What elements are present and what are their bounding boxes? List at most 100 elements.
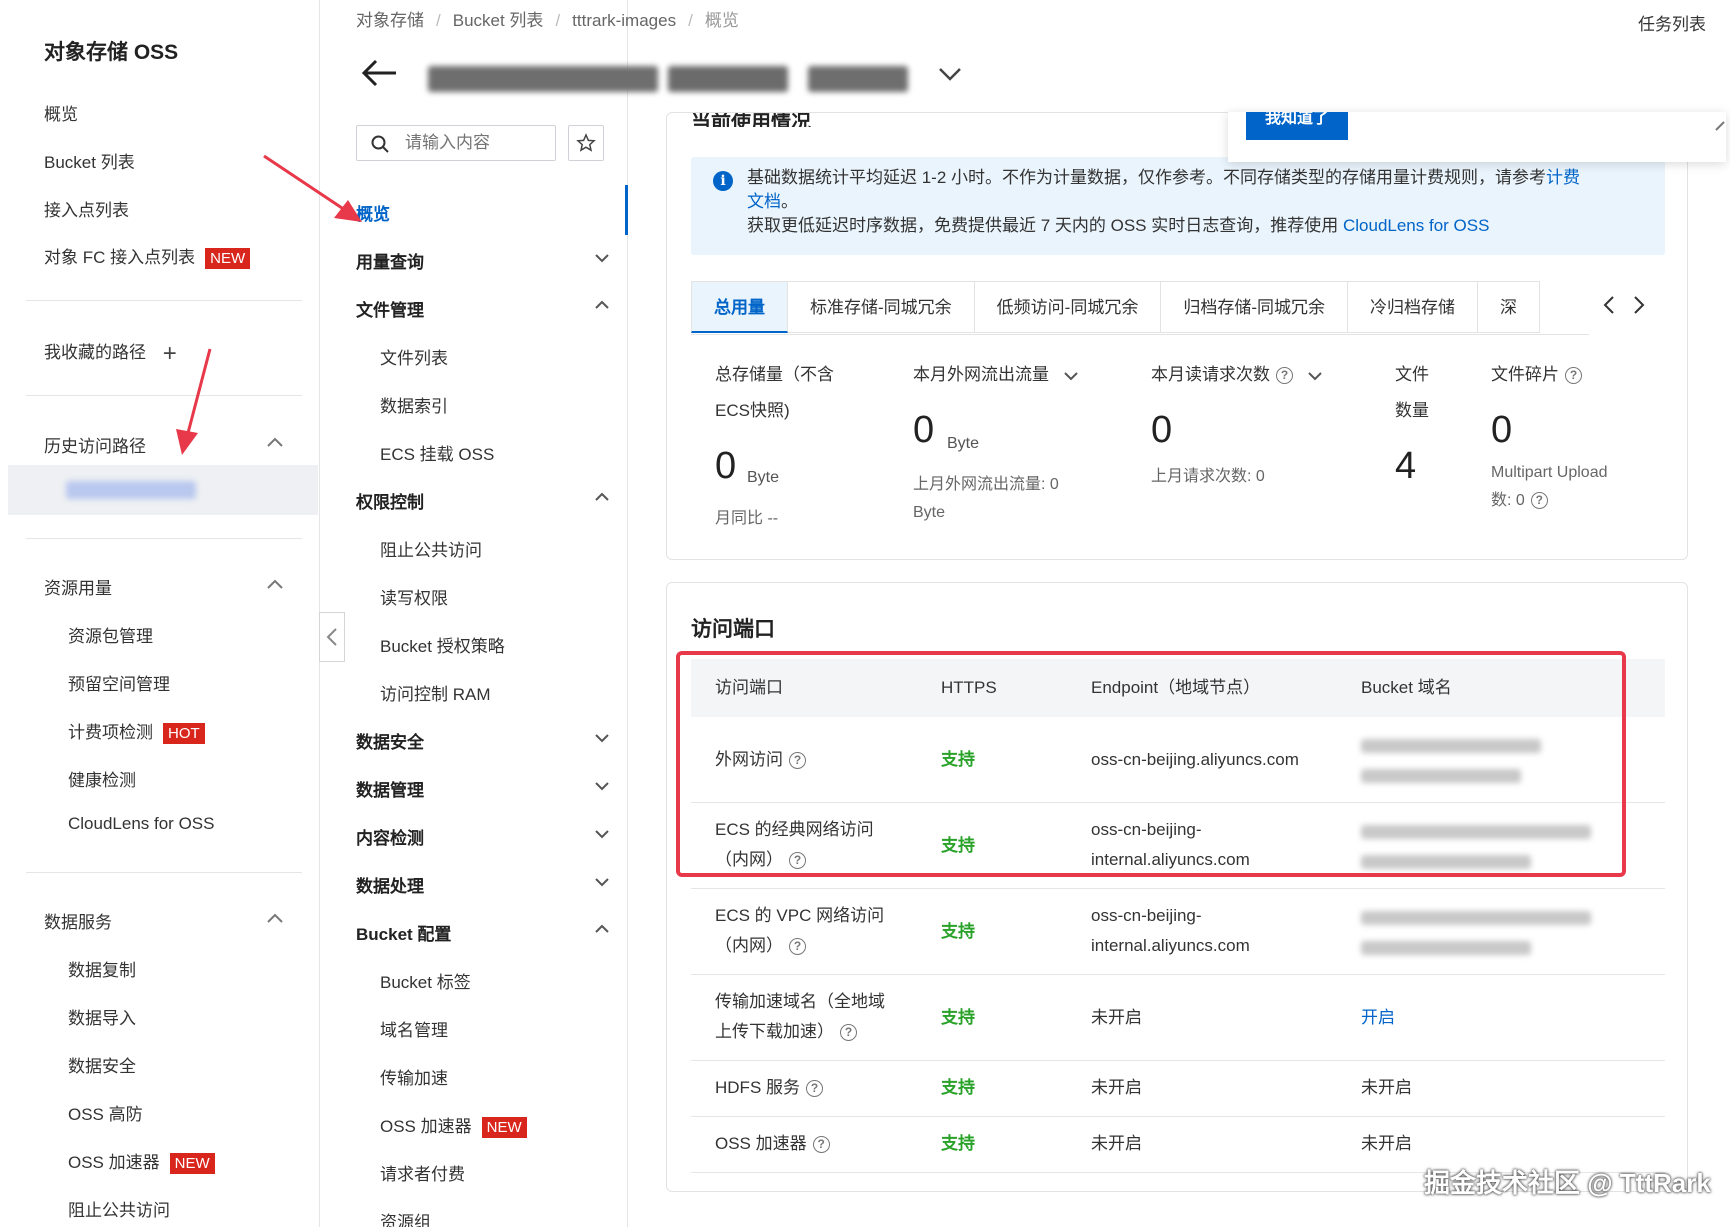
help-icon[interactable]: ? [806,1080,823,1098]
metric-storage-unit: Byte [747,469,780,486]
menu-item-resource-group[interactable]: 资源组 [380,1208,431,1227]
chevron-down-icon[interactable] [938,66,962,82]
endpoint-name-line: （内网） [715,936,783,955]
metric-requests-label[interactable]: 本月读请求次数? [1151,357,1323,393]
menu-item-data-mgmt[interactable]: 数据管理 [356,776,424,801]
search-icon [371,135,389,153]
divider [26,538,302,539]
sidebar-item-block-public-access[interactable]: 阻止公共访问 [68,1196,170,1221]
menu-item-data-process[interactable]: 数据处理 [356,872,424,897]
chevron-down-icon[interactable] [594,781,609,795]
sidebar-history[interactable]: 历史访问路径 [44,432,146,457]
help-icon[interactable]: ? [1276,367,1293,385]
sidebar-resource-usage[interactable]: 资源用量 [44,574,112,599]
menu-search[interactable] [356,125,556,161]
tab-ia[interactable]: 低频访问-同城冗余 [974,281,1162,333]
search-input[interactable] [405,126,550,160]
menu-item-file-list[interactable]: 文件列表 [380,344,448,369]
chevron-left-icon[interactable] [1599,293,1619,317]
history-item-selected[interactable] [8,465,318,515]
menu-item-ram[interactable]: 访问控制 RAM [380,680,491,705]
sidebar-item-resource-package[interactable]: 资源包管理 [68,622,153,647]
sidebar-item-oss-ddos[interactable]: OSS 高防 [68,1100,143,1125]
sidebar-item-data-replication[interactable]: 数据复制 [68,956,136,981]
sidebar-favorites[interactable]: 我收藏的路径 + [44,338,177,368]
task-list-button[interactable]: 任务列表 [1638,10,1706,35]
table-row: ECS 的 VPC 网络访问 （内网）? 支持 oss-cn-beijing-in… [691,889,1665,975]
sidebar-item-access-points[interactable]: 接入点列表 [44,196,129,221]
breadcrumb-item[interactable]: 对象存储 [356,11,424,30]
got-it-button[interactable]: 我知道了 [1246,112,1348,140]
enable-accel-link[interactable]: 开启 [1361,1003,1395,1033]
tab-archive[interactable]: 归档存储-同城冗余 [1161,281,1349,333]
chevron-up-icon[interactable] [266,436,283,450]
sidebar-item-overview[interactable]: 概览 [44,100,78,125]
help-icon[interactable]: ? [840,1024,857,1042]
menu-item-oss-accelerator[interactable]: OSS 加速器 NEW [380,1112,527,1138]
metric-sub-line: 数: 0 [1491,492,1525,509]
chevron-down-icon[interactable] [594,829,609,843]
menu-item-overview[interactable]: 概览 [356,200,390,225]
sidebar-item-billing-check[interactable]: 计费项检测 HOT [68,718,205,744]
chevron-up-icon[interactable] [594,492,609,506]
sidebar-item-bucket-list[interactable]: Bucket 列表 [44,148,135,173]
chevron-up-icon[interactable] [594,924,609,938]
menu-item-data-security[interactable]: 数据安全 [356,728,424,753]
help-icon[interactable]: ? [1530,492,1548,510]
chevron-down-icon[interactable] [594,877,609,891]
back-arrow-icon[interactable] [360,58,398,88]
chevron-down-icon[interactable] [1307,371,1323,381]
help-icon[interactable]: ? [789,938,806,956]
billing-doc-link[interactable]: 文档 [747,192,781,211]
chevron-down-icon[interactable] [1063,371,1079,381]
cloudlens-link[interactable]: CloudLens for OSS [1343,216,1489,235]
menu-item-ecs-mount[interactable]: ECS 挂载 OSS [380,440,494,465]
breadcrumb-item[interactable]: Bucket 列表 [453,11,544,30]
info-text: 基础数据统计平均延迟 1-2 小时。不作为计量数据，仅作参考。不同存储类型的存储… [747,166,1647,238]
menu-item-content-detect[interactable]: 内容检测 [356,824,424,849]
sidebar-item-cloudlens[interactable]: CloudLens for OSS [68,814,214,834]
metric-traffic-unit: Byte [947,435,980,452]
menu-item-rw-permission[interactable]: 读写权限 [380,584,448,609]
chevron-down-icon[interactable] [594,253,609,267]
breadcrumb-item[interactable]: tttrark-images [572,11,676,30]
sidebar-item-health-check[interactable]: 健康检测 [68,766,136,791]
menu-item-block-public[interactable]: 阻止公共访问 [380,536,482,561]
annotation-highlight-box [676,651,1626,877]
sidebar-item-data-security[interactable]: 数据安全 [68,1052,136,1077]
sidebar-data-services[interactable]: 数据服务 [44,908,112,933]
menu-item-domain-mgmt[interactable]: 域名管理 [380,1016,448,1041]
menu-item-bucket-config[interactable]: Bucket 配置 [356,920,451,945]
sidebar-item-data-import[interactable]: 数据导入 [68,1004,136,1029]
tab-cold-archive[interactable]: 冷归档存储 [1348,281,1479,333]
menu-item-access-control[interactable]: 权限控制 [356,488,424,513]
menu-item-usage-query[interactable]: 用量查询 [356,248,424,273]
menu-item-file-mgmt[interactable]: 文件管理 [356,296,424,321]
menu-item-bucket-tags[interactable]: Bucket 标签 [380,968,471,993]
tab-deep[interactable]: 深 [1478,281,1541,333]
menu-item-data-index[interactable]: 数据索引 [380,392,448,417]
menu-item-requester-pays[interactable]: 请求者付费 [380,1160,465,1185]
tab-total[interactable]: 总用量 [691,281,788,333]
sidebar-item-oss-accelerator[interactable]: OSS 加速器 NEW [68,1148,215,1174]
menu-item-bucket-policy[interactable]: Bucket 授权策略 [380,632,505,657]
sidebar-item-fc-access-points[interactable]: 对象 FC 接入点列表 NEW [44,243,251,269]
collapse-menu-button[interactable] [319,612,345,662]
help-icon[interactable]: ? [812,1136,830,1154]
tab-standard[interactable]: 标准存储-同城冗余 [788,281,975,333]
metric-traffic-label[interactable]: 本月外网流出流量 [913,357,1079,393]
endpoint-name-line: HDFS 服务 [715,1078,800,1097]
usage-section-title: 当前使用情况 [691,113,811,127]
chevron-up-icon[interactable] [594,300,609,314]
chevron-down-icon[interactable] [594,733,609,747]
sidebar-item-reserved-space[interactable]: 预留空间管理 [68,670,170,695]
plus-icon[interactable]: + [163,340,177,367]
help-icon[interactable]: ? [1565,367,1582,385]
chevron-up-icon[interactable] [266,912,283,926]
chevron-up-icon[interactable] [1712,110,1730,140]
billing-doc-link[interactable]: 计费 [1546,168,1580,187]
favorite-star-button[interactable] [568,125,604,161]
chevron-right-icon[interactable] [1629,293,1649,317]
chevron-up-icon[interactable] [266,578,283,592]
menu-item-transfer-accel[interactable]: 传输加速 [380,1064,448,1089]
